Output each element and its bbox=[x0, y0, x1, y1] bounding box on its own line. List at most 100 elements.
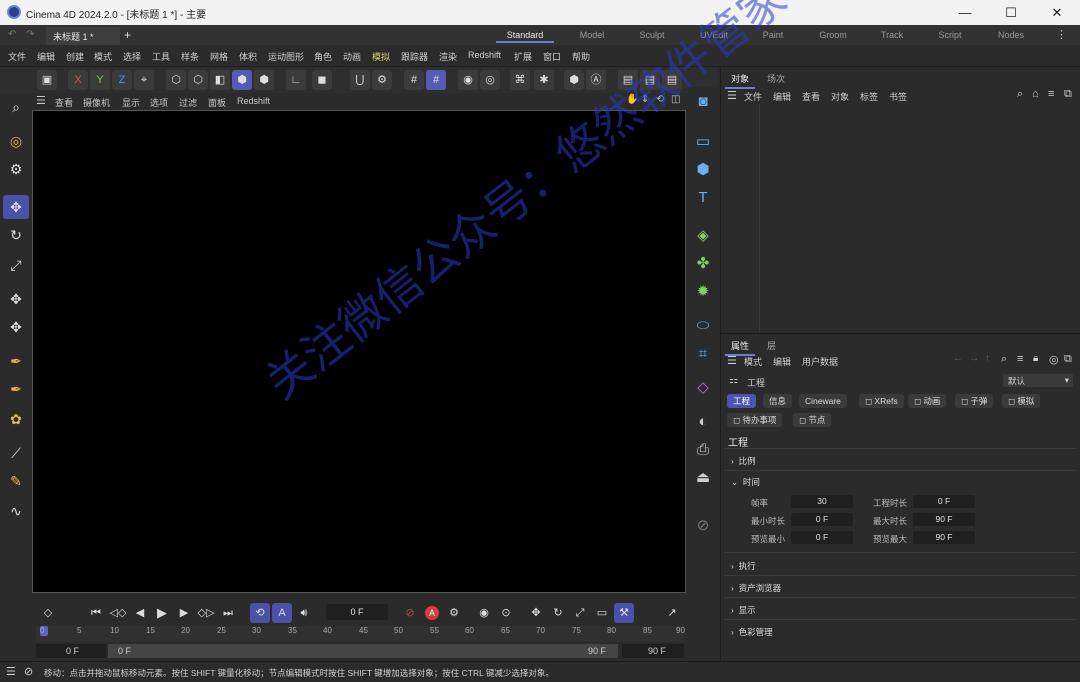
field-icon[interactable]: ⌗ bbox=[690, 341, 716, 367]
key-settings-icon[interactable]: ⚙ bbox=[444, 603, 464, 623]
orbit-icon[interactable]: ⟲ bbox=[656, 94, 664, 105]
spline-rectangle-icon[interactable]: ▭ bbox=[690, 129, 716, 155]
spline-sketch-icon[interactable]: ✒ bbox=[3, 377, 29, 401]
more-options-icon[interactable]: ⋮ bbox=[1056, 28, 1067, 41]
symmetry-icon[interactable]: ⌘ bbox=[510, 70, 530, 90]
workplane-grid-icon[interactable]: # bbox=[426, 70, 446, 90]
prev-key-icon[interactable]: ◁◇ bbox=[108, 603, 128, 623]
tab-layers[interactable]: 层 bbox=[761, 337, 782, 354]
next-key-icon[interactable]: ◇▷ bbox=[196, 603, 216, 623]
redshift-material-icon[interactable]: ⬢ bbox=[564, 70, 584, 90]
grid-icon[interactable]: # bbox=[404, 70, 424, 90]
fps-field[interactable]: 30 bbox=[791, 495, 853, 508]
object-mode-icon[interactable]: ⬢ bbox=[232, 70, 252, 90]
text-object-icon[interactable]: T bbox=[690, 185, 716, 211]
position-key-icon[interactable]: ✥ bbox=[526, 603, 546, 623]
document-tab[interactable]: 未标题 1 * bbox=[46, 27, 120, 45]
section-display[interactable]: › 显示 bbox=[731, 604, 756, 616]
uv-mode-icon[interactable]: ⬢ bbox=[254, 70, 274, 90]
paint-tool-icon[interactable]: ✎ bbox=[3, 469, 29, 493]
tab-info[interactable]: 信息 bbox=[763, 394, 793, 408]
section-asset-browser[interactable]: › 资产浏览器 bbox=[731, 582, 781, 594]
viewport-menu-camera[interactable]: 摄像机 bbox=[83, 96, 110, 109]
axis-mode-icon[interactable]: ∟ bbox=[286, 70, 306, 90]
tab-cineware[interactable]: Cineware bbox=[799, 394, 847, 408]
attributes-menu-userdata[interactable]: 用户数据 bbox=[802, 355, 838, 368]
menu-create[interactable]: 创建 bbox=[66, 50, 84, 63]
playback-rate-icon[interactable]: A bbox=[272, 603, 292, 623]
undo-icon[interactable]: ↶ bbox=[8, 29, 16, 40]
goto-end-icon[interactable]: ⏭ bbox=[218, 603, 238, 623]
camera-icon[interactable]: ⎙ bbox=[690, 437, 716, 463]
point-level-icon[interactable]: ⚒ bbox=[614, 603, 634, 623]
soft-selection-icon[interactable]: ◉ bbox=[458, 70, 478, 90]
attributes-menu-icon[interactable]: ☰ bbox=[727, 354, 737, 367]
subdivision-surface-icon[interactable]: ◈ bbox=[690, 223, 716, 249]
keyframe-icon[interactable]: ◇ bbox=[38, 603, 58, 623]
menu-file[interactable]: 文件 bbox=[8, 50, 26, 63]
back-arrow-icon[interactable]: ← bbox=[953, 353, 963, 364]
preview-max-field[interactable]: 90 F bbox=[913, 531, 975, 544]
record-icon[interactable]: ⊘ bbox=[400, 603, 420, 623]
forward-arrow-icon[interactable]: → bbox=[969, 353, 979, 364]
menu-tracker[interactable]: 跟踪器 bbox=[401, 50, 428, 63]
live-selection-icon[interactable]: ◎ bbox=[3, 129, 29, 153]
render-settings-icon[interactable]: ▤ bbox=[662, 70, 682, 90]
coordinate-system-icon[interactable]: ⌖ bbox=[134, 70, 154, 90]
menu-spline[interactable]: 样条 bbox=[181, 50, 199, 63]
viewport-menu-view[interactable]: 查看 bbox=[55, 96, 73, 109]
maximize-button[interactable]: ☐ bbox=[988, 0, 1034, 25]
new-window-icon[interactable]: ⧉ bbox=[1064, 353, 1072, 366]
objects-menu-view[interactable]: 查看 bbox=[802, 90, 820, 103]
symmetry-settings-icon[interactable]: ✱ bbox=[534, 70, 554, 90]
tab-animation[interactable]: ◻ 动画 bbox=[908, 394, 947, 408]
filter-icon[interactable]: ≡ bbox=[1017, 353, 1023, 365]
attributes-menu-mode[interactable]: 模式 bbox=[744, 355, 762, 368]
viewport-layout-icon[interactable]: ◫ bbox=[671, 94, 680, 105]
magnet-icon[interactable]: ⋃ bbox=[350, 70, 370, 90]
min-length-field[interactable]: 0 F bbox=[791, 513, 853, 526]
objects-menu-icon[interactable]: ☰ bbox=[727, 89, 737, 102]
up-arrow-icon[interactable]: ↑ bbox=[985, 353, 990, 364]
x-axis-lock-icon[interactable]: X bbox=[68, 70, 88, 90]
menu-edit[interactable]: 编辑 bbox=[37, 50, 55, 63]
objects-menu-tags[interactable]: 标签 bbox=[860, 90, 878, 103]
z-axis-lock-icon[interactable]: Z bbox=[112, 70, 132, 90]
layout-tab-paint[interactable]: Paint bbox=[744, 27, 802, 43]
menu-simulate[interactable]: 模拟 bbox=[372, 50, 390, 63]
multi-transform-icon[interactable]: ✥ bbox=[3, 315, 29, 339]
floor-icon[interactable]: ◇ bbox=[690, 375, 716, 401]
menu-window[interactable]: 窗口 bbox=[543, 50, 561, 63]
param-key-icon[interactable]: ▭ bbox=[592, 603, 612, 623]
target-icon[interactable]: ◎ bbox=[1049, 353, 1059, 366]
section-execution[interactable]: › 执行 bbox=[731, 560, 756, 572]
snap-workplane-icon[interactable]: ◼ bbox=[312, 70, 332, 90]
key-mode-icon[interactable]: ⊙ bbox=[496, 603, 516, 623]
next-frame-icon[interactable]: ▶ bbox=[174, 603, 194, 623]
project-length-field[interactable]: 0 F bbox=[913, 495, 975, 508]
menu-extensions[interactable]: 扩展 bbox=[514, 50, 532, 63]
max-length-field[interactable]: 90 F bbox=[913, 513, 975, 526]
objects-menu-bookmarks[interactable]: 书签 bbox=[889, 90, 907, 103]
light-icon[interactable]: ◐ bbox=[690, 409, 716, 435]
prev-frame-icon[interactable]: ◀ bbox=[130, 603, 150, 623]
range-slider[interactable]: 0 F 90 F bbox=[108, 644, 618, 658]
objects-menu-object[interactable]: 对象 bbox=[831, 90, 849, 103]
menu-mode[interactable]: 模式 bbox=[94, 50, 112, 63]
viewport-menu-filter[interactable]: 过滤 bbox=[179, 96, 197, 109]
sound-icon[interactable]: 🔊︎ bbox=[294, 603, 314, 623]
search-icon[interactable]: ⌕ bbox=[1017, 88, 1023, 101]
menu-animate[interactable]: 动画 bbox=[343, 50, 361, 63]
goto-start-icon[interactable]: ⏮ bbox=[86, 603, 106, 623]
sculpt-tool-icon[interactable]: ∿ bbox=[3, 499, 29, 523]
selection-tool-icon[interactable]: ⚙ bbox=[3, 157, 29, 181]
search-icon[interactable]: ⌕ bbox=[3, 95, 29, 119]
tab-todo[interactable]: ◻ 待办事项 bbox=[727, 413, 783, 427]
brush-icon[interactable]: ⟋ bbox=[3, 441, 29, 465]
lock-icon[interactable]: 🔒︎ bbox=[1033, 353, 1038, 364]
move-tool-icon[interactable]: ✥ bbox=[3, 195, 29, 219]
section-color-management[interactable]: › 色彩管理 bbox=[731, 626, 773, 638]
autokey-icon[interactable]: A bbox=[422, 603, 442, 623]
section-scale[interactable]: › 比例 bbox=[731, 455, 756, 467]
menu-volume[interactable]: 体积 bbox=[239, 50, 257, 63]
